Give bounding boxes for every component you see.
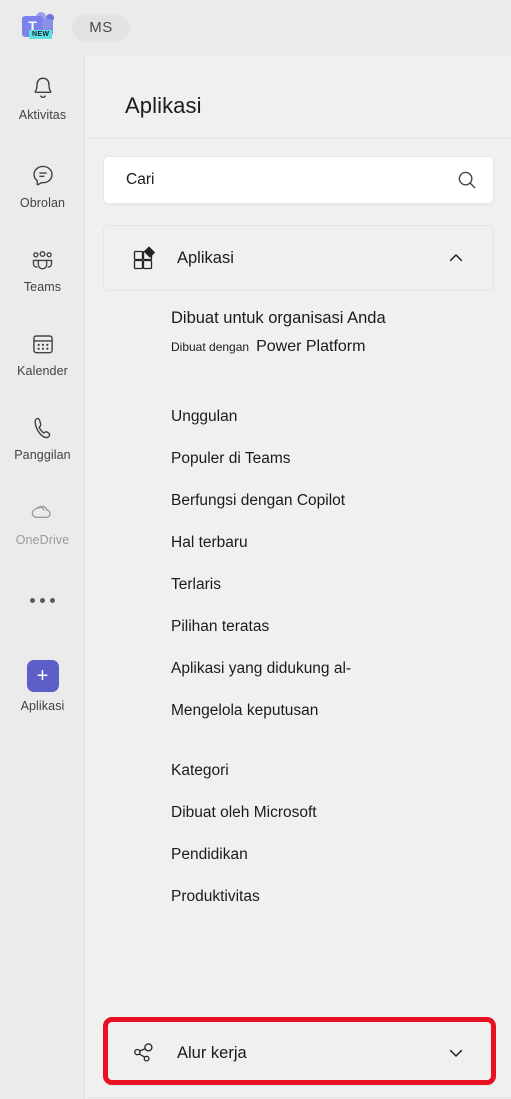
dot xyxy=(50,598,55,603)
nav-item-terlaris[interactable]: Terlaris xyxy=(86,564,511,606)
nav-item-power-platform[interactable]: Dibuat dengan Power Platform xyxy=(86,338,511,378)
page-title: Aplikasi xyxy=(125,93,202,118)
people-icon xyxy=(26,245,60,275)
workflow-share-icon xyxy=(129,1038,159,1068)
sidebar-item-label: Obrolan xyxy=(19,196,66,210)
nav-item-populer-di-teams[interactable]: Populer di Teams xyxy=(86,438,511,480)
chat-icon xyxy=(26,161,60,191)
title-divider xyxy=(86,138,511,139)
nav-item-mengelola-keputusan[interactable]: Mengelola keputusan xyxy=(86,690,511,732)
sidebar-item-label: Aktivitas xyxy=(18,108,67,122)
section-label: Aplikasi xyxy=(177,248,234,267)
nav-item-hal-terbaru[interactable]: Hal terbaru xyxy=(86,522,511,564)
sidebar-item-panggilan[interactable]: Panggilan xyxy=(0,413,85,462)
plus-icon: + xyxy=(26,660,59,692)
section-header-alur-kerja[interactable]: Alur kerja xyxy=(103,1020,494,1086)
app-rail: Aktivitas Obrolan Teams Kalender Panggil… xyxy=(0,55,85,1099)
sidebar-item-onedrive[interactable]: OneDrive xyxy=(0,498,85,547)
nav-item-prefix: Dibuat dengan xyxy=(171,340,250,354)
bell-icon xyxy=(26,73,60,103)
sidebar-item-label: OneDrive xyxy=(15,533,70,547)
cloud-icon xyxy=(26,498,60,528)
sidebar-item-label: Teams xyxy=(23,280,62,294)
nav-item-produktivitas[interactable]: Produktivitas xyxy=(86,876,511,918)
title-bar: T NEW MS xyxy=(0,0,511,55)
more-dots-icon[interactable] xyxy=(0,598,85,603)
nav-item-pendidikan[interactable]: Pendidikan xyxy=(86,834,511,876)
apps-panel: Aplikasi Aplik xyxy=(86,55,511,1099)
nav-item-kategori[interactable]: Kategori xyxy=(86,750,511,792)
nav-item-label: Power Platform xyxy=(256,338,366,355)
sidebar-item-label: Panggilan xyxy=(14,448,71,462)
apps-nav-list: Dibuat untuk organisasi Anda Dibuat deng… xyxy=(86,298,511,918)
sidebar-item-obrolan[interactable]: Obrolan xyxy=(0,161,85,210)
search-input[interactable] xyxy=(104,171,441,189)
section-header-aplikasi[interactable]: Aplikasi xyxy=(103,225,494,291)
nav-item-berfungsi-dengan-copilot[interactable]: Berfungsi dengan Copilot xyxy=(86,480,511,522)
new-badge: NEW xyxy=(29,29,53,39)
sidebar-item-label: Aplikasi xyxy=(20,699,65,713)
sidebar-item-aplikasi[interactable]: + Aplikasi xyxy=(0,660,85,713)
calendar-icon xyxy=(26,329,60,359)
account-pill[interactable]: MS xyxy=(72,13,130,42)
teams-logo-icon: T NEW xyxy=(22,11,56,45)
nav-heading-dibuat-organisasi[interactable]: Dibuat untuk organisasi Anda xyxy=(86,298,511,338)
sidebar-item-label: Kalender xyxy=(17,364,68,378)
apps-grid-icon xyxy=(129,243,159,273)
chevron-down-icon[interactable] xyxy=(445,1042,467,1064)
account-initials: MS xyxy=(89,19,113,36)
chevron-up-icon[interactable] xyxy=(445,247,467,269)
nav-item-pilihan-teratas[interactable]: Pilihan teratas xyxy=(86,606,511,648)
sidebar-item-aktivitas[interactable]: Aktivitas xyxy=(0,73,85,122)
sidebar-item-kalender[interactable]: Kalender xyxy=(0,329,85,378)
nav-item-aplikasi-didukung-ai[interactable]: Aplikasi yang didukung al- xyxy=(86,648,511,690)
sidebar-item-teams[interactable]: Teams xyxy=(0,245,85,294)
search-icon[interactable] xyxy=(441,157,493,203)
search-box[interactable] xyxy=(103,156,494,204)
section-label: Alur kerja xyxy=(177,1043,247,1062)
nav-item-unggulan[interactable]: Unggulan xyxy=(86,396,511,438)
phone-icon xyxy=(26,413,60,443)
teams-app-window: T NEW MS Aktivitas Obrolan Teams Kalende… xyxy=(0,0,511,1099)
dot xyxy=(40,598,45,603)
nav-item-dibuat-oleh-microsoft[interactable]: Dibuat oleh Microsoft xyxy=(86,792,511,834)
dot xyxy=(30,598,35,603)
